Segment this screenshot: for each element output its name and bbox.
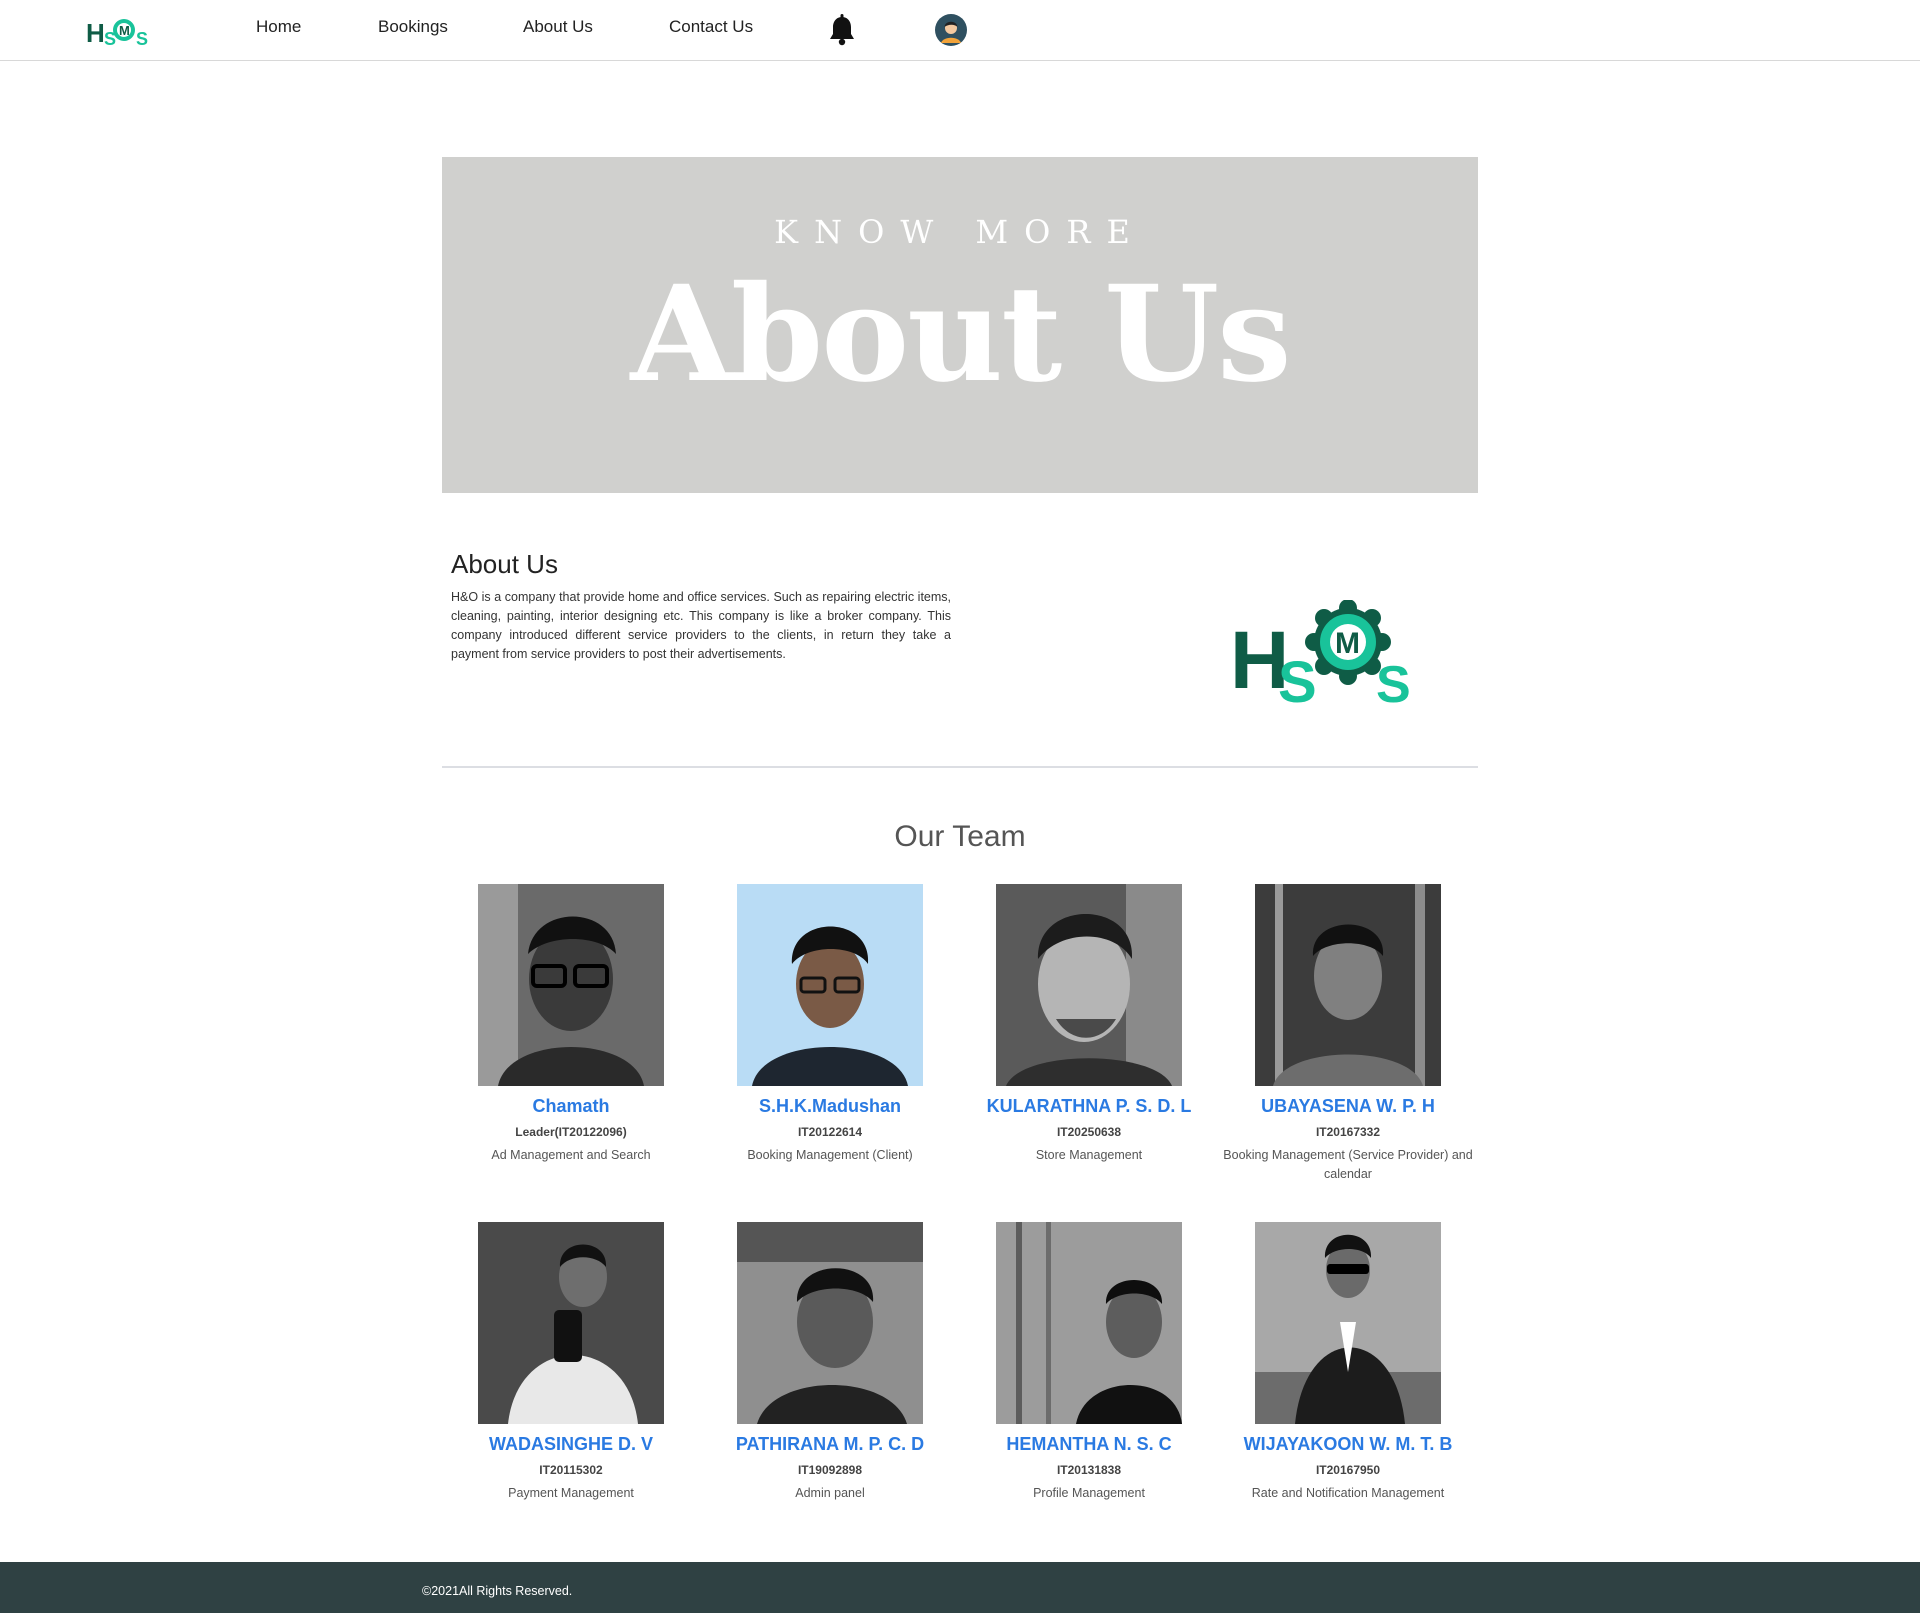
member-name[interactable]: Chamath (441, 1096, 701, 1117)
member-name[interactable]: PATHIRANA M. P. C. D (700, 1434, 960, 1455)
about-logo-letter-s1: S (1278, 650, 1317, 704)
member-photo (996, 1222, 1182, 1424)
member-name[interactable]: HEMANTHA N. S. C (959, 1434, 1219, 1455)
member-id: IT20250638 (1056, 1125, 1122, 1139)
footer-copyright: ©2021All Rights Reserved. (422, 1584, 573, 1598)
hero-title: About Us (630, 257, 1291, 412)
logo-letter-h: H (86, 18, 105, 48)
member-photo (737, 1222, 923, 1424)
navbar: H M S S Home Bookings About Us Contact U… (0, 0, 1920, 61)
member-id: IT20167332 (1315, 1125, 1381, 1139)
member-photo (478, 1222, 664, 1424)
logo-letter-s1: S (104, 29, 116, 48)
member-role: Booking Management (Client) (747, 1148, 913, 1162)
member-name[interactable]: KULARATHNA P. S. D. L (959, 1096, 1219, 1117)
company-logo: H M S S (1230, 600, 1411, 704)
member-photo (478, 884, 664, 1086)
member-role: Booking Management (Service Provider) an… (1223, 1148, 1473, 1181)
team-member-card: HEMANTHA N. S. C IT20131838 Profile Mana… (959, 1222, 1219, 1503)
team-member-card: WIJAYAKOON W. M. T. B IT20167950 Rate an… (1218, 1222, 1478, 1503)
member-role: Store Management (1035, 1148, 1143, 1162)
section-divider (442, 766, 1478, 768)
nav-bookings-link[interactable]: Bookings (378, 17, 448, 37)
member-role: Ad Management and Search (491, 1148, 651, 1162)
team-member-card: S.H.K.Madushan IT20122614 Booking Manage… (700, 884, 960, 1165)
member-name[interactable]: WIJAYAKOON W. M. T. B (1218, 1434, 1478, 1455)
member-photo (1255, 884, 1441, 1086)
member-id: IT20167950 (1315, 1463, 1381, 1477)
about-logo-letter-s2: S (1376, 656, 1411, 704)
member-name[interactable]: WADASINGHE D. V (441, 1434, 701, 1455)
bell-icon[interactable] (827, 14, 857, 46)
nav-home-link[interactable]: Home (256, 17, 301, 37)
nav-contact-link[interactable]: Contact Us (669, 17, 753, 37)
team-member-card: Chamath Leader(IT20122096) Ad Management… (441, 884, 701, 1165)
logo-letter-m: M (119, 23, 130, 38)
member-photo (737, 884, 923, 1086)
team-title: Our Team (894, 820, 1026, 853)
member-name[interactable]: S.H.K.Madushan (700, 1096, 960, 1117)
brand-logo[interactable]: H M S S (84, 14, 154, 48)
member-id: Leader(IT20122096) (515, 1125, 627, 1139)
team-member-card: UBAYASENA W. P. H IT20167332 Booking Man… (1218, 884, 1478, 1184)
hero-banner: KNOW MORE About Us (442, 157, 1478, 493)
logo-letter-s2: S (136, 29, 148, 48)
member-name[interactable]: UBAYASENA W. P. H (1218, 1096, 1478, 1117)
member-id: IT20131838 (1056, 1463, 1122, 1477)
member-photo (1255, 1222, 1441, 1424)
member-role: Payment Management (508, 1486, 634, 1500)
about-logo-letter-m: M (1335, 627, 1360, 660)
member-id: IT20115302 (539, 1463, 603, 1477)
nav-about-link[interactable]: About Us (523, 17, 593, 37)
hero-kicker: KNOW MORE (774, 213, 1146, 251)
footer: ©2021All Rights Reserved. (0, 1562, 1920, 1613)
team-member-card: WADASINGHE D. V IT20115302 Payment Manag… (441, 1222, 701, 1503)
member-role: Rate and Notification Management (1251, 1486, 1445, 1500)
about-heading: About Us (451, 549, 558, 579)
member-photo (996, 884, 1182, 1086)
team-member-card: PATHIRANA M. P. C. D IT19092898 Admin pa… (700, 1222, 960, 1503)
member-id: IT20122614 (797, 1125, 863, 1139)
member-role: Admin panel (795, 1486, 865, 1500)
member-role: Profile Management (1033, 1486, 1145, 1500)
team-member-card: KULARATHNA P. S. D. L IT20250638 Store M… (959, 884, 1219, 1165)
about-description: H&O is a company that provide home and o… (451, 590, 951, 661)
user-avatar-icon[interactable] (935, 14, 967, 46)
member-id: IT19092898 (797, 1463, 863, 1477)
